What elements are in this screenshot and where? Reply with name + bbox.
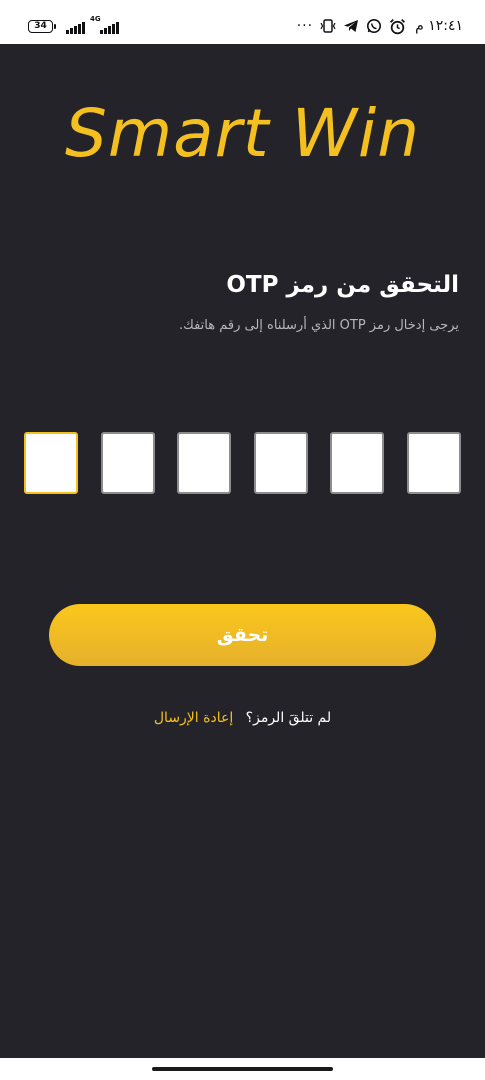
signal-icon-2 — [100, 20, 119, 34]
vibrate-icon — [320, 19, 336, 33]
clock: ١٢:٤١ م — [415, 18, 463, 34]
battery-level: 34 — [34, 21, 47, 31]
otp-digit-5[interactable] — [330, 432, 385, 494]
otp-digit-1[interactable] — [24, 432, 78, 494]
otp-digit-3[interactable] — [177, 432, 232, 494]
otp-digit-6[interactable] — [407, 432, 461, 494]
page-title: التحقق من رمز OTP — [226, 272, 459, 298]
app-logo: Smart Win — [64, 95, 421, 172]
page-subtitle: يرجى إدخال رمز OTP الذي أرسلناه إلى رقم … — [178, 318, 459, 333]
signal-icon — [66, 20, 85, 34]
navigation-bar — [0, 1058, 485, 1080]
alarm-icon — [390, 18, 406, 34]
verify-button[interactable]: تحقق — [49, 604, 436, 666]
otp-digit-4[interactable] — [253, 432, 308, 494]
otp-input-row — [24, 432, 461, 494]
otp-digit-2[interactable] — [100, 432, 155, 494]
resend-question: لم تتلقَ الرمز؟ — [245, 710, 332, 726]
battery-icon: 34 — [28, 20, 56, 33]
otp-screen: Smart Win التحقق من رمز OTP يرجى إدخال ر… — [0, 44, 485, 1058]
more-notifications-icon: ··· — [296, 18, 314, 34]
telegram-icon — [344, 20, 359, 32]
status-bar: 34 4G ··· ١٢:٤١ م — [0, 0, 485, 44]
whatsapp-icon — [367, 19, 382, 33]
home-gesture-handle[interactable] — [152, 1067, 333, 1071]
resend-row: لم تتلقَ الرمز؟ إعادة الإرسال — [0, 710, 485, 726]
resend-link[interactable]: إعادة الإرسال — [154, 710, 233, 726]
status-right: ··· ١٢:٤١ م — [297, 14, 463, 38]
